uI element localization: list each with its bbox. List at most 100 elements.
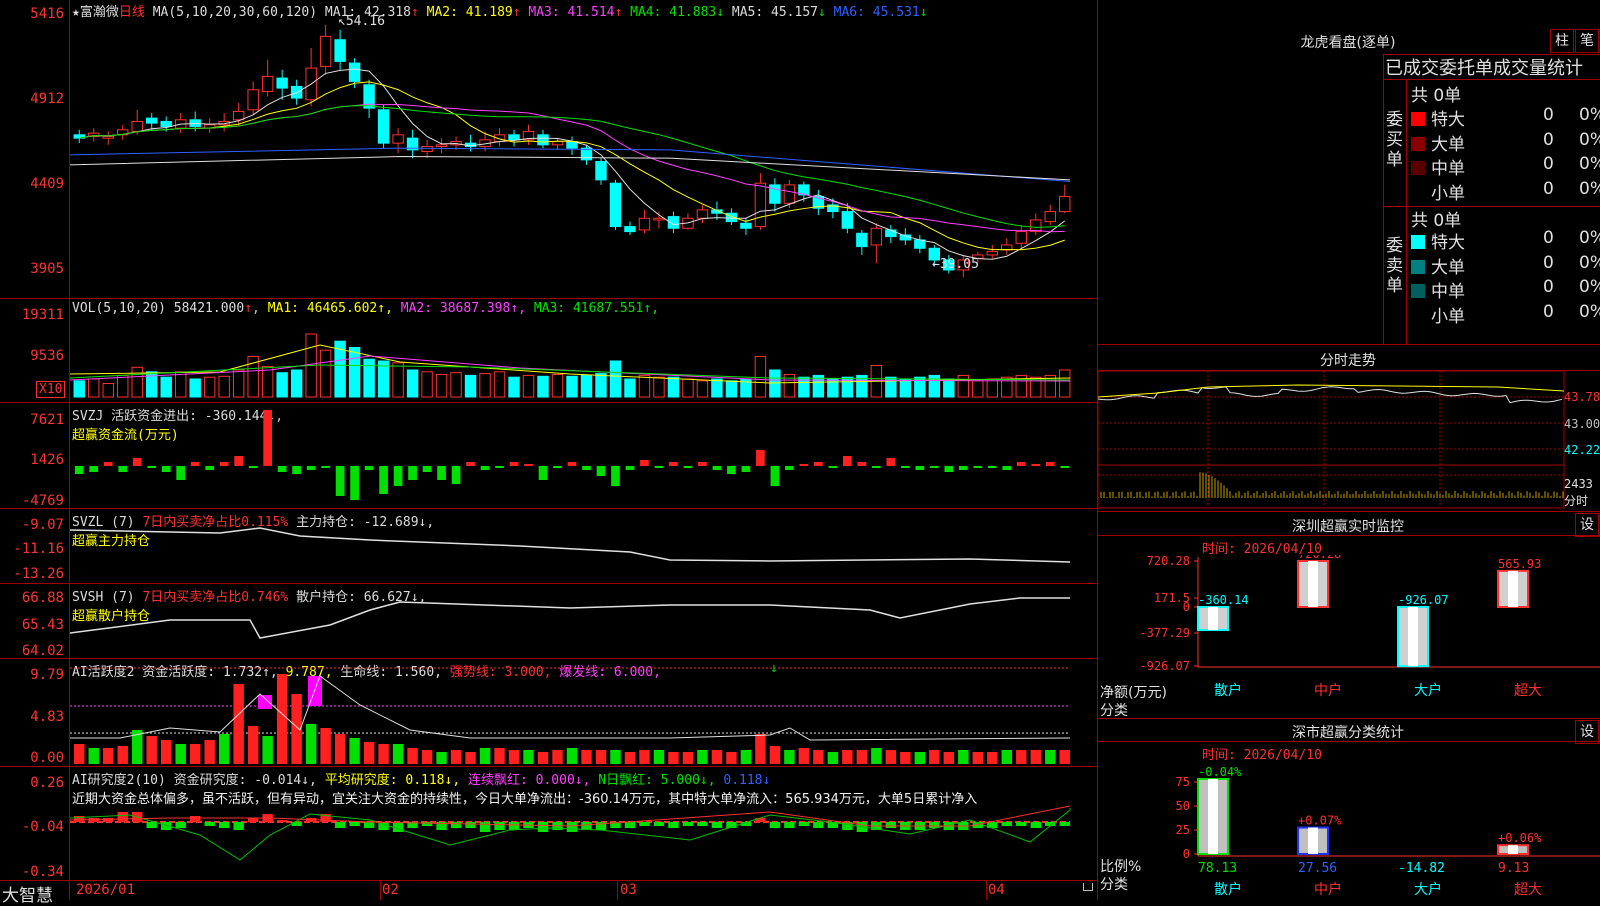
svzj-axis-label: -4769	[21, 493, 64, 509]
activity-bar	[929, 750, 940, 764]
research-bar	[233, 822, 244, 830]
date-label: 04	[988, 882, 1005, 898]
flow-bar	[321, 466, 330, 468]
price-axis-label: 4409	[30, 176, 64, 192]
volume-bar	[653, 376, 665, 398]
volume-bar	[203, 376, 216, 398]
volume-bar	[189, 378, 201, 398]
candle-body	[435, 144, 448, 147]
color-swatch	[1411, 112, 1425, 126]
candle-body	[595, 161, 607, 181]
research-bar	[711, 822, 723, 828]
color-swatch	[1411, 259, 1425, 274]
tick-view-button[interactable]: 笔	[1575, 29, 1599, 53]
intraday-vol-unit: 分时	[1564, 494, 1589, 508]
volume-bar	[725, 380, 738, 398]
candle-body	[624, 226, 636, 233]
category-label: 散户	[1214, 682, 1242, 699]
sz-monitor-settings-button[interactable]: 设	[1575, 513, 1599, 537]
ai2-axis-label: -0.34	[21, 864, 64, 880]
activity-bar	[755, 734, 766, 764]
bar-view-button[interactable]: 柱	[1550, 29, 1574, 53]
volume-bar	[566, 375, 578, 398]
class-top-label: +0.07%	[1298, 814, 1342, 828]
flow-bar	[74, 466, 84, 474]
activity-bar	[363, 742, 375, 764]
activity-bar	[146, 736, 157, 764]
research-bar	[218, 822, 230, 828]
activity-bar	[349, 738, 360, 764]
category-label: 中户	[1314, 881, 1342, 898]
activity-bar	[465, 752, 476, 764]
flow-bar	[1016, 462, 1026, 466]
order-percent: 0%	[1579, 154, 1600, 174]
activity-bar	[1059, 750, 1070, 764]
main-chart-area[interactable]: 5416 4912 4409 3905 19311 9536 X10 7621 …	[0, 0, 1098, 906]
axis-label: 0	[1183, 847, 1190, 861]
volume-bar	[421, 371, 433, 398]
category-label: 超大	[1514, 882, 1542, 898]
sz-monitor-title: 深圳超赢实时监控	[1292, 519, 1404, 535]
order-percent: 0%	[1579, 252, 1600, 273]
volume-bar	[508, 376, 520, 398]
sz-class-xlabel: 分类	[1100, 877, 1128, 893]
class-bar-highlight	[1208, 778, 1218, 854]
activity-bar	[624, 752, 636, 764]
ai1-axis-label: 0.00	[30, 750, 64, 766]
research-bar	[537, 822, 549, 832]
flow-bar	[451, 466, 461, 484]
volume-bar	[131, 366, 143, 398]
order-type: 特大	[1431, 110, 1465, 130]
activity-bar	[581, 750, 592, 764]
order-row: 大单 0 0%	[1411, 253, 1600, 278]
color-swatch	[1411, 308, 1425, 323]
research-bar	[1030, 822, 1041, 828]
flow-bar	[248, 466, 258, 468]
flow-bar	[712, 466, 722, 470]
research-bar	[189, 816, 201, 822]
volume-bar	[73, 380, 85, 398]
flow-bar	[799, 464, 809, 466]
order-percent: 0%	[1579, 228, 1600, 248]
activity-bar	[103, 748, 114, 764]
activity-bar	[697, 750, 708, 764]
date-label: 03	[620, 882, 637, 898]
sz-class-ylabel: 比例%	[1100, 859, 1142, 875]
activity-bar	[711, 750, 723, 764]
buy-side-label: 委买单	[1386, 110, 1403, 170]
candle-body	[754, 182, 767, 228]
intraday-axis-label: 43.78	[1564, 390, 1600, 404]
intraday-axis-label: 42.22	[1564, 443, 1600, 457]
candle-body	[783, 184, 796, 204]
candle-body	[841, 211, 854, 229]
flow-bar	[219, 462, 229, 466]
flow-bar	[437, 466, 446, 480]
activity-bar	[320, 728, 331, 764]
flow-bar	[103, 462, 113, 466]
intraday-axis-label: 43.00	[1564, 417, 1600, 431]
research-bar	[697, 822, 708, 826]
volume-bar	[943, 378, 955, 398]
flow-bar	[741, 466, 751, 472]
flow-bar	[176, 466, 186, 480]
volume-bar	[218, 375, 230, 398]
flow-bar	[364, 466, 374, 470]
intraday-chart[interactable]	[1098, 371, 1600, 509]
activity-bar	[262, 736, 273, 764]
high-marker: ↖54.16	[338, 14, 385, 29]
main-holding-line	[70, 527, 1071, 563]
activity-bar	[276, 674, 288, 764]
flow-bar-label: 565.93	[1498, 557, 1541, 571]
flow-bar	[698, 462, 707, 466]
research-bar	[639, 822, 650, 826]
candle-body	[508, 134, 520, 141]
activity-bar	[189, 744, 201, 764]
flow-bar	[987, 466, 997, 468]
volume-bar	[479, 373, 491, 398]
research-bar	[1001, 822, 1012, 826]
candle-body	[537, 134, 549, 146]
flow-bar	[292, 466, 301, 474]
lock-icon[interactable]	[1083, 883, 1093, 891]
flow-bar	[350, 466, 359, 500]
research-bar	[508, 822, 520, 830]
